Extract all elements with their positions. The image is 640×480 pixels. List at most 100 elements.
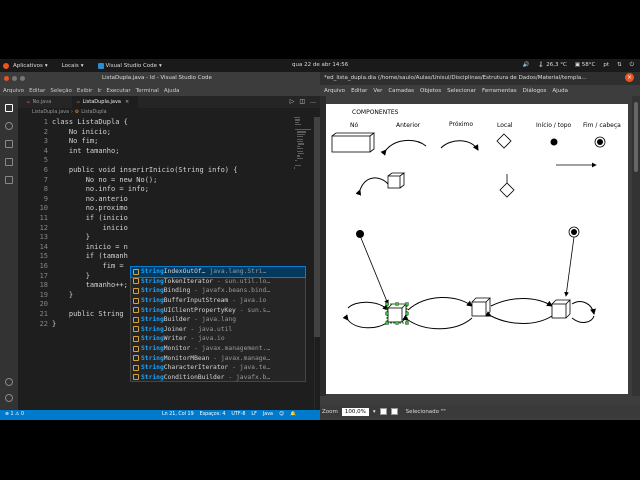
code-line[interactable]: class ListaDupla {: [52, 118, 128, 128]
code-line[interactable]: inicio: [52, 224, 128, 234]
middle-node-cube[interactable]: [471, 297, 491, 317]
menu-terminal[interactable]: Terminal: [136, 88, 159, 94]
start-node-dot[interactable]: [356, 230, 364, 238]
suggestion-item[interactable]: StringIndexOutOf… java.lang.Stri…: [130, 266, 306, 278]
minimap[interactable]: [294, 117, 312, 177]
left-arc-lower[interactable]: [342, 314, 389, 329]
right-arc-shape[interactable]: [571, 301, 596, 315]
applications-menu[interactable]: Aplicativos ▾: [13, 63, 48, 69]
code-line[interactable]: }: [52, 291, 73, 301]
code-line[interactable]: if (tamanh: [52, 252, 128, 262]
suggestion-item[interactable]: StringUIClientPropertyKey - sun.s…: [131, 305, 305, 315]
previous-arc-shape[interactable]: [380, 140, 427, 156]
tab-no-java[interactable]: ☕ No.java: [22, 96, 70, 108]
code-line[interactable]: }: [52, 272, 90, 282]
code-line[interactable]: No fim;: [52, 137, 99, 147]
maximize-window-button[interactable]: [20, 76, 25, 81]
clock[interactable]: qua 22 de abr 14:56: [292, 62, 348, 68]
suggestion-item[interactable]: StringJoiner - java.util: [131, 325, 305, 335]
snap-to-objects-toggle[interactable]: [390, 408, 398, 415]
close-window-button[interactable]: ×: [625, 73, 634, 82]
close-window-button[interactable]: [4, 76, 9, 81]
source-control-icon[interactable]: [5, 140, 13, 148]
node-box-shape[interactable]: [331, 132, 376, 153]
breadcrumb-class[interactable]: ListaDupla: [81, 110, 106, 115]
code-line[interactable]: tamanho++;: [52, 281, 128, 291]
dia-menu-ferramentas[interactable]: Ferramentas: [482, 88, 517, 94]
dia-menu-objetos[interactable]: Objetos: [420, 88, 441, 94]
extensions-icon[interactable]: [5, 176, 13, 184]
left-arc-shape[interactable]: [347, 301, 389, 311]
code-line[interactable]: no.info = info;: [52, 185, 149, 195]
breadcrumb-file[interactable]: ListaDupla.java: [32, 110, 69, 115]
menu-arquivo[interactable]: Arquivo: [3, 88, 24, 94]
menu-executar[interactable]: Executar: [106, 88, 130, 94]
close-tab-icon[interactable]: ×: [125, 99, 129, 105]
menu-ajuda[interactable]: Ajuda: [164, 88, 180, 94]
tray-network-icon[interactable]: ⇅: [617, 62, 622, 69]
menu-selecao[interactable]: Seleção: [50, 88, 72, 94]
places-menu[interactable]: Locais ▾: [62, 63, 84, 69]
snap-to-grid-toggle[interactable]: [379, 408, 387, 415]
dia-menu-selecionar[interactable]: Selecionar: [447, 88, 476, 94]
suggestion-item[interactable]: StringMonitorMBean - javax.manage…: [131, 353, 305, 363]
suggestion-item[interactable]: StringTokenIterator - sun.util.lo…: [131, 277, 305, 287]
tray-cpu-temp[interactable]: ▣ 58°C: [575, 62, 596, 69]
sample-node-cube[interactable]: [387, 172, 406, 189]
dia-titlebar[interactable]: *ed_lista_dupla.dia (/home/saulo/Aulas/U…: [320, 72, 640, 85]
zoom-dropdown-icon[interactable]: ▾: [373, 409, 376, 415]
suggestion-item[interactable]: StringBinding - javafx.beans.bind…: [131, 286, 305, 296]
suggestion-item[interactable]: StringBufferInputStream - java.io: [131, 296, 305, 306]
code-line[interactable]: public void inserirInicio(String info) {: [52, 166, 238, 176]
last-node-cube[interactable]: [551, 299, 571, 319]
link-1-2-prev[interactable]: [402, 314, 473, 330]
status-encoding[interactable]: UTF-8: [231, 412, 245, 417]
link-2-3-next[interactable]: [490, 298, 553, 307]
suggestion-item[interactable]: StringWriter - java.io: [131, 334, 305, 344]
status-indentation[interactable]: Espaços: 4: [200, 412, 226, 417]
code-line[interactable]: inicio = n: [52, 243, 128, 253]
run-debug-icon[interactable]: [5, 158, 13, 166]
dia-menu-arquivo[interactable]: Arquivo: [324, 88, 345, 94]
selected-node-cube[interactable]: [385, 302, 409, 325]
tray-temperature[interactable]: 🌡 26,3 °C: [538, 62, 567, 69]
menu-ir[interactable]: Ir: [97, 88, 101, 94]
code-line[interactable]: no.proximo: [52, 204, 128, 214]
code-line[interactable]: }: [52, 233, 90, 243]
code-line[interactable]: }: [52, 320, 56, 330]
split-editor-icon[interactable]: ◫: [299, 98, 305, 105]
sample-arc-shape[interactable]: [355, 177, 389, 196]
active-app-indicator[interactable]: Visual Studio Code ▾: [97, 62, 162, 69]
start-dot-shape[interactable]: [550, 138, 558, 146]
status-problems[interactable]: ⊗ 1 ⚠ 0: [5, 412, 24, 417]
right-arc-lower[interactable]: [571, 315, 595, 323]
status-feedback-icon[interactable]: ☺: [279, 412, 284, 417]
more-actions-icon[interactable]: …: [310, 98, 316, 105]
run-icon[interactable]: ▷: [290, 98, 295, 105]
suggestion-item[interactable]: StringBuilder - java.lang: [131, 315, 305, 325]
local-diamond-2-shape[interactable]: [499, 182, 515, 198]
code-line[interactable]: int tamanho;: [52, 147, 120, 157]
menu-exibir[interactable]: Exibir: [77, 88, 93, 94]
link-2-3-prev[interactable]: [485, 311, 553, 324]
code-line[interactable]: No no = new No();: [52, 176, 158, 186]
canvas-scrollbar-thumb[interactable]: [634, 102, 638, 172]
code-line[interactable]: public String: [52, 310, 124, 320]
code-line[interactable]: No inicio;: [52, 128, 111, 138]
status-notifications-icon[interactable]: 🔔: [290, 412, 296, 417]
vscode-titlebar[interactable]: ListaDupla.java - ld - Visual Studio Cod…: [0, 72, 320, 85]
suggestion-item[interactable]: StringMonitor - javax.management.…: [131, 344, 305, 354]
status-eol[interactable]: LF: [251, 412, 256, 417]
code-line[interactable]: no.anterio: [52, 195, 128, 205]
local-diamond-shape[interactable]: [496, 133, 512, 149]
dia-menu-editar[interactable]: Editar: [351, 88, 367, 94]
link-1-2-next[interactable]: [407, 296, 473, 311]
tab-listadupla-java[interactable]: ☕ ListaDupla.java ×: [72, 96, 138, 108]
search-icon[interactable]: [5, 122, 13, 130]
canvas-scrollbar[interactable]: [632, 96, 640, 396]
explorer-icon[interactable]: [5, 104, 13, 112]
status-cursor-position[interactable]: Ln 21, Col 19: [162, 412, 194, 417]
next-arc-shape[interactable]: [440, 140, 479, 151]
minimize-window-button[interactable]: [12, 76, 17, 81]
dia-menu-ajuda[interactable]: Ajuda: [552, 88, 568, 94]
